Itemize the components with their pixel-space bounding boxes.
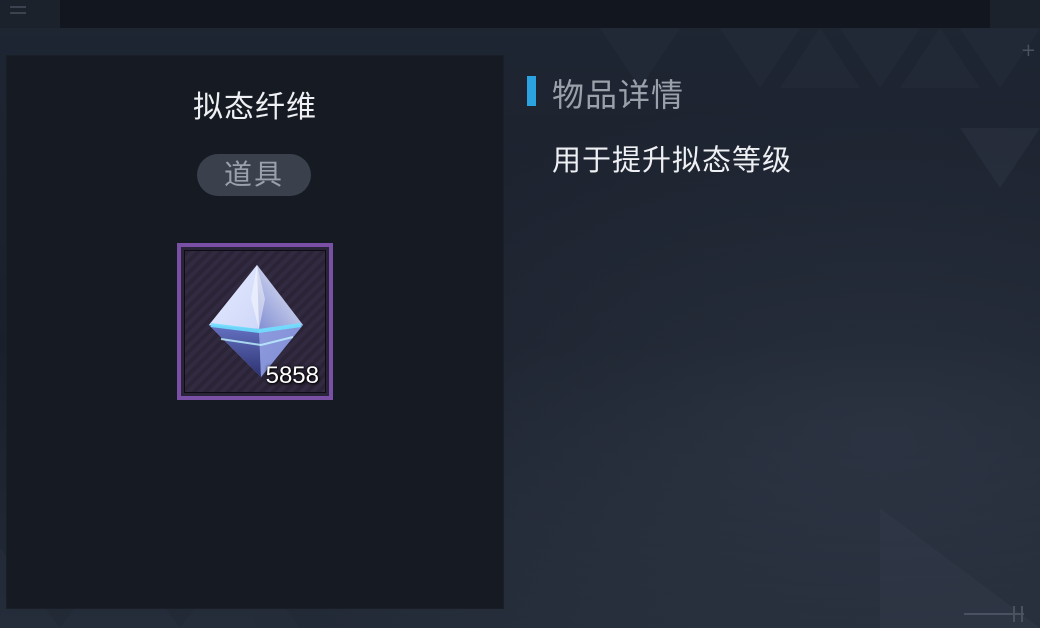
item-count: 5858 [265, 362, 319, 389]
top-left-corner [0, 0, 60, 28]
corner-plus-icon: + [1020, 40, 1036, 61]
item-slot-background: 5858 [184, 250, 326, 393]
top-right-corner [990, 0, 1040, 28]
top-bar [0, 0, 1040, 28]
item-slot[interactable]: 5858 [177, 243, 333, 400]
corner-decoration-icon [964, 606, 1024, 622]
item-description: 用于提升拟态等级 [552, 143, 793, 177]
item-type-badge: 道具 [197, 154, 311, 196]
section-title: 物品详情 [552, 76, 685, 114]
menu-icon[interactable] [10, 6, 26, 20]
section-accent-bar [527, 76, 536, 106]
item-name: 拟态纤维 [193, 90, 317, 125]
item-detail-screen: 拟态纤维 道具 5858 物品详情 用于提升拟态等级 + [0, 0, 1040, 628]
